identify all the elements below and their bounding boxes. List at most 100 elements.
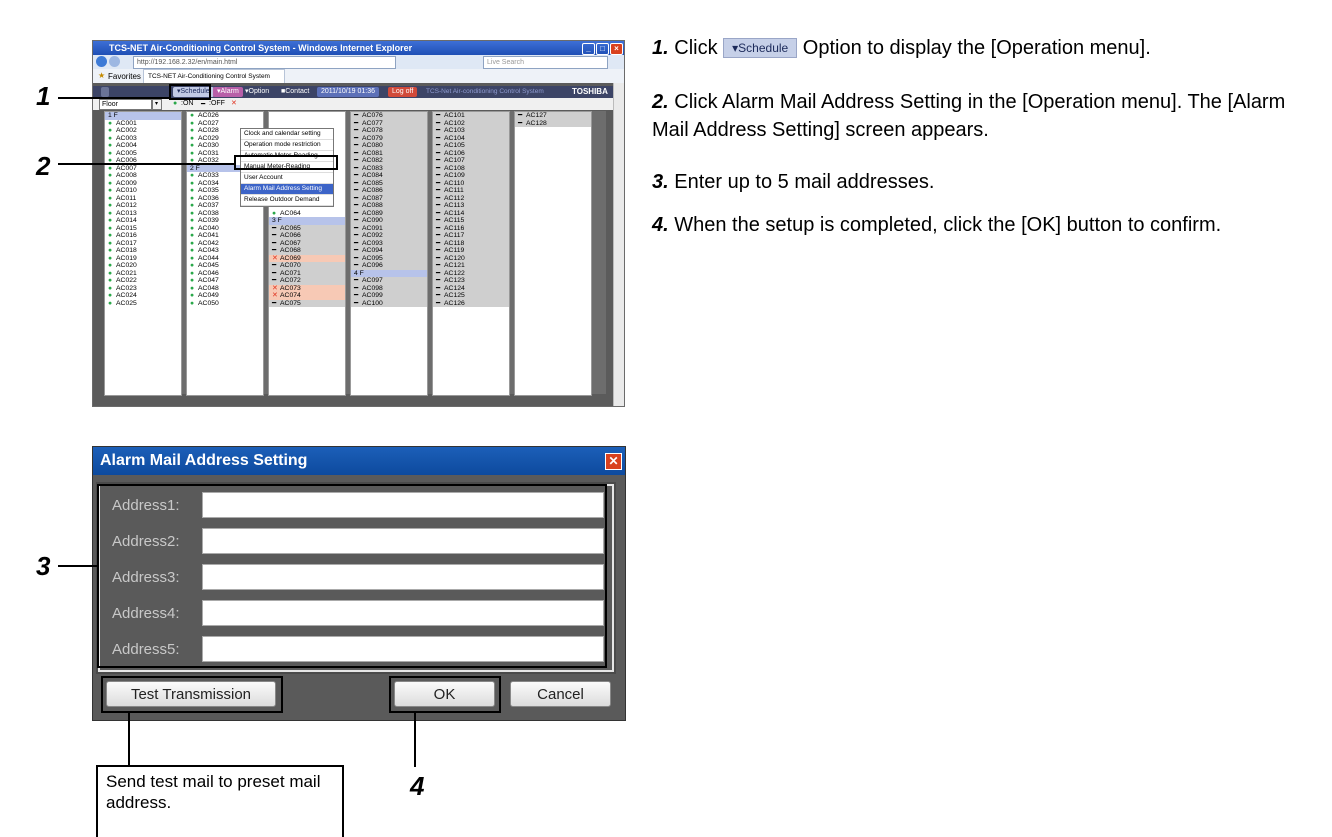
unit-cell[interactable]: ● AC020 — [105, 262, 181, 270]
favorites-label[interactable]: Favorites — [108, 72, 141, 81]
unit-cell[interactable]: ━ AC112 — [433, 194, 509, 202]
unit-cell[interactable]: ━ AC109 — [433, 172, 509, 180]
unit-cell[interactable]: ● AC039 — [187, 217, 263, 225]
unit-cell[interactable]: ━ AC103 — [433, 127, 509, 135]
unit-cell[interactable]: ━ AC072 — [269, 277, 345, 285]
unit-cell[interactable]: ━ AC082 — [351, 157, 427, 165]
unit-cell[interactable]: ● AC025 — [105, 300, 181, 308]
unit-cell[interactable]: ━ AC095 — [351, 254, 427, 262]
option-menu-button[interactable]: ▾Option — [241, 87, 273, 97]
unit-cell[interactable]: ● AC023 — [105, 285, 181, 293]
contact-button[interactable]: ■Contact — [277, 87, 313, 97]
unit-cell[interactable]: ━ AC099 — [351, 292, 427, 300]
unit-cell[interactable]: ━ AC071 — [269, 269, 345, 277]
unit-cell[interactable]: ✕ AC069 — [269, 254, 345, 262]
unit-cell[interactable]: ━ AC081 — [351, 149, 427, 157]
unit-cell[interactable]: ● AC024 — [105, 292, 181, 300]
unit-cell[interactable]: ━ AC118 — [433, 239, 509, 247]
unit-cell[interactable]: ━ AC084 — [351, 172, 427, 180]
unit-cell[interactable]: ━ AC077 — [351, 119, 427, 127]
unit-cell[interactable]: ● AC013 — [105, 210, 181, 218]
logoff-button[interactable]: Log off — [388, 87, 418, 97]
unit-cell[interactable]: ● AC010 — [105, 187, 181, 195]
unit-cell[interactable]: ● AC009 — [105, 180, 181, 188]
menu-item-alarm-mail[interactable]: Alarm Mail Address Setting — [241, 184, 333, 195]
unit-cell[interactable]: ● AC017 — [105, 240, 181, 248]
menu-item-clock-calendar[interactable]: Clock and calendar setting — [241, 129, 333, 140]
unit-cell[interactable]: ━ AC065 — [269, 224, 345, 232]
forward-icon[interactable] — [109, 56, 120, 67]
unit-cell[interactable]: ━ AC106 — [433, 149, 509, 157]
unit-cell[interactable]: ━ AC083 — [351, 164, 427, 172]
unit-cell[interactable]: ● AC019 — [105, 255, 181, 263]
unit-cell[interactable]: ━ AC104 — [433, 134, 509, 142]
unit-cell[interactable]: ━ AC110 — [433, 179, 509, 187]
unit-cell[interactable]: ━ AC068 — [269, 247, 345, 255]
unit-cell[interactable]: ━ AC113 — [433, 202, 509, 210]
nav-stub-1[interactable] — [101, 87, 109, 97]
unit-cell[interactable]: ━ AC086 — [351, 187, 427, 195]
close-icon[interactable]: × — [610, 43, 623, 55]
unit-cell[interactable]: ● AC005 — [105, 150, 181, 158]
unit-cell[interactable]: ━ AC107 — [433, 157, 509, 165]
unit-cell[interactable]: ━ AC080 — [351, 142, 427, 150]
unit-cell[interactable]: ● AC046 — [187, 270, 263, 278]
unit-cell[interactable]: ━ AC090 — [351, 217, 427, 225]
unit-cell[interactable]: ━ AC108 — [433, 164, 509, 172]
unit-cell[interactable]: ━ AC125 — [433, 292, 509, 300]
maximize-icon[interactable]: □ — [596, 43, 609, 55]
alarm-menu-button[interactable]: ▾Alarm — [213, 87, 243, 97]
unit-cell[interactable]: ● AC008 — [105, 172, 181, 180]
unit-cell[interactable]: ● AC038 — [187, 210, 263, 218]
unit-cell[interactable]: ● AC043 — [187, 247, 263, 255]
unit-cell[interactable]: ● AC018 — [105, 247, 181, 255]
menu-item-release-demand[interactable]: Release Outdoor Demand — [241, 195, 333, 206]
unit-cell[interactable]: ━ AC075 — [269, 299, 345, 307]
unit-cell[interactable]: ━ AC085 — [351, 179, 427, 187]
unit-cell[interactable]: ━ AC114 — [433, 209, 509, 217]
unit-cell[interactable]: ● AC044 — [187, 255, 263, 263]
unit-cell[interactable]: ━ AC070 — [269, 262, 345, 270]
floor-select[interactable]: Floor — [99, 99, 153, 110]
unit-cell[interactable]: ● AC004 — [105, 142, 181, 150]
unit-cell[interactable]: ● AC047 — [187, 277, 263, 285]
unit-cell[interactable]: ● AC064 — [269, 210, 345, 218]
unit-cell[interactable]: ● AC014 — [105, 217, 181, 225]
unit-cell[interactable]: ━ AC100 — [351, 299, 427, 307]
unit-cell[interactable]: ━ AC097 — [351, 277, 427, 285]
unit-cell[interactable]: ━ AC122 — [433, 269, 509, 277]
url-input[interactable]: http://192.168.2.32/en/main.html — [133, 56, 396, 69]
unit-cell[interactable]: ━ AC067 — [269, 239, 345, 247]
unit-cell[interactable]: ━ AC126 — [433, 299, 509, 307]
unit-cell[interactable]: ━ AC094 — [351, 247, 427, 255]
unit-cell[interactable]: ━ AC115 — [433, 217, 509, 225]
unit-cell[interactable]: ━ AC066 — [269, 232, 345, 240]
unit-cell[interactable]: ● AC007 — [105, 165, 181, 173]
unit-cell[interactable]: ● AC022 — [105, 277, 181, 285]
unit-cell[interactable]: ● AC042 — [187, 240, 263, 248]
unit-cell[interactable]: ━ AC101 — [433, 112, 509, 120]
cancel-button[interactable]: Cancel — [510, 681, 611, 707]
chevron-down-icon[interactable]: ▾ — [151, 99, 162, 110]
unit-cell[interactable]: ● AC012 — [105, 202, 181, 210]
unit-cell[interactable]: ━ AC111 — [433, 187, 509, 195]
unit-cell[interactable]: ━ AC121 — [433, 262, 509, 270]
unit-cell[interactable]: ● AC003 — [105, 135, 181, 143]
unit-cell[interactable]: ━ AC098 — [351, 284, 427, 292]
unit-cell[interactable]: ━ AC119 — [433, 247, 509, 255]
scrollbar[interactable] — [613, 83, 624, 406]
unit-cell[interactable]: ● AC021 — [105, 270, 181, 278]
back-icon[interactable] — [96, 56, 107, 67]
unit-cell[interactable]: ━ AC088 — [351, 202, 427, 210]
unit-cell[interactable]: ● AC027 — [187, 120, 263, 128]
unit-cell[interactable]: ● AC026 — [187, 112, 263, 120]
unit-cell[interactable]: ━ AC087 — [351, 194, 427, 202]
unit-cell[interactable]: ● AC045 — [187, 262, 263, 270]
unit-cell[interactable]: ● AC015 — [105, 225, 181, 233]
unit-cell[interactable]: ● AC040 — [187, 225, 263, 233]
unit-cell[interactable]: ● AC001 — [105, 120, 181, 128]
unit-cell[interactable]: ━ AC078 — [351, 127, 427, 135]
unit-cell[interactable]: ━ AC127 — [515, 112, 591, 120]
unit-cell[interactable]: ━ AC128 — [515, 119, 591, 127]
unit-cell[interactable]: ● AC041 — [187, 232, 263, 240]
